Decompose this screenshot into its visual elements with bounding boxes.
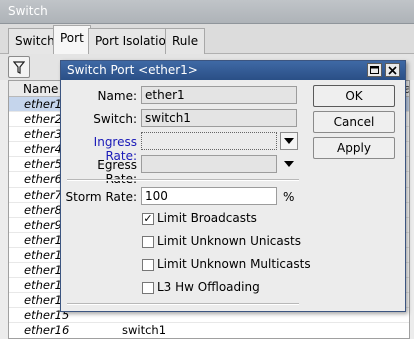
switch-port-dialog: Switch Port <ether1> Name: ether1 Switch… xyxy=(60,60,406,312)
limit-unknown-unicasts-checkbox[interactable] xyxy=(142,236,154,248)
name-field[interactable]: ether1 xyxy=(141,86,297,104)
port-name-cell: ether2 xyxy=(24,112,62,127)
maximize-icon xyxy=(370,66,379,74)
table-row[interactable]: ether16 switch1 xyxy=(9,323,409,338)
limit-unknown-multicasts-checkbox[interactable] xyxy=(142,259,154,271)
port-name-cell: ether8 xyxy=(24,202,62,217)
limit-unknown-multicasts-label: Limit Unknown Multicasts xyxy=(157,257,311,271)
egress-rate-label: Egress Rate: xyxy=(97,158,137,186)
column-header-name[interactable]: Name xyxy=(23,82,58,96)
port-name-cell: ether4 xyxy=(24,142,62,157)
cancel-button[interactable]: Cancel xyxy=(313,111,395,133)
window-title: Switch xyxy=(0,0,414,24)
apply-button[interactable]: Apply xyxy=(313,137,395,159)
ok-button[interactable]: OK xyxy=(313,85,395,107)
port-name-cell: ether6 xyxy=(24,172,62,187)
egress-rate-dropdown[interactable] xyxy=(280,155,298,173)
limit-broadcasts-checkbox[interactable]: ✓ xyxy=(142,213,154,225)
storm-rate-label: Storm Rate: xyxy=(65,190,137,204)
name-label: Name: xyxy=(97,89,137,103)
port-name-cell: ether3 xyxy=(24,127,62,142)
switch-field[interactable]: switch1 xyxy=(141,109,297,127)
switch-label: Switch: xyxy=(93,112,137,126)
dialog-title: Switch Port <ether1> xyxy=(61,61,405,80)
port-name-cell: ether1 xyxy=(24,97,62,111)
storm-rate-field[interactable]: 100 xyxy=(141,187,277,205)
ingress-rate-dropdown[interactable] xyxy=(280,132,298,150)
triangle-down-icon xyxy=(284,138,294,144)
tab-rule[interactable]: Rule xyxy=(165,28,206,54)
port-name-cell: ether7 xyxy=(24,187,62,202)
storm-rate-unit: % xyxy=(283,190,295,204)
filter-icon xyxy=(13,60,25,74)
port-name-cell: ether9 xyxy=(24,217,62,232)
switch-cell: switch1 xyxy=(122,323,167,338)
l3-hw-offloading-label: L3 Hw Offloading xyxy=(157,280,260,294)
triangle-down-icon xyxy=(284,161,294,167)
port-name-cell: ether5 xyxy=(24,157,62,172)
close-icon xyxy=(388,65,397,75)
tab-bar: Switch Port Port Isolation Rule xyxy=(0,24,414,55)
separator xyxy=(67,179,299,181)
port-name-cell: ether16 xyxy=(24,323,70,338)
tab-port[interactable]: Port xyxy=(53,25,91,55)
separator xyxy=(67,303,299,305)
close-button[interactable] xyxy=(385,63,400,77)
ingress-rate-field[interactable] xyxy=(141,132,277,150)
egress-rate-field[interactable] xyxy=(141,155,277,173)
limit-broadcasts-label: Limit Broadcasts xyxy=(157,211,257,225)
maximize-button[interactable] xyxy=(367,63,382,77)
l3-hw-offloading-checkbox[interactable] xyxy=(142,282,154,294)
filter-button[interactable] xyxy=(8,56,30,78)
limit-unknown-unicasts-label: Limit Unknown Unicasts xyxy=(157,234,301,248)
